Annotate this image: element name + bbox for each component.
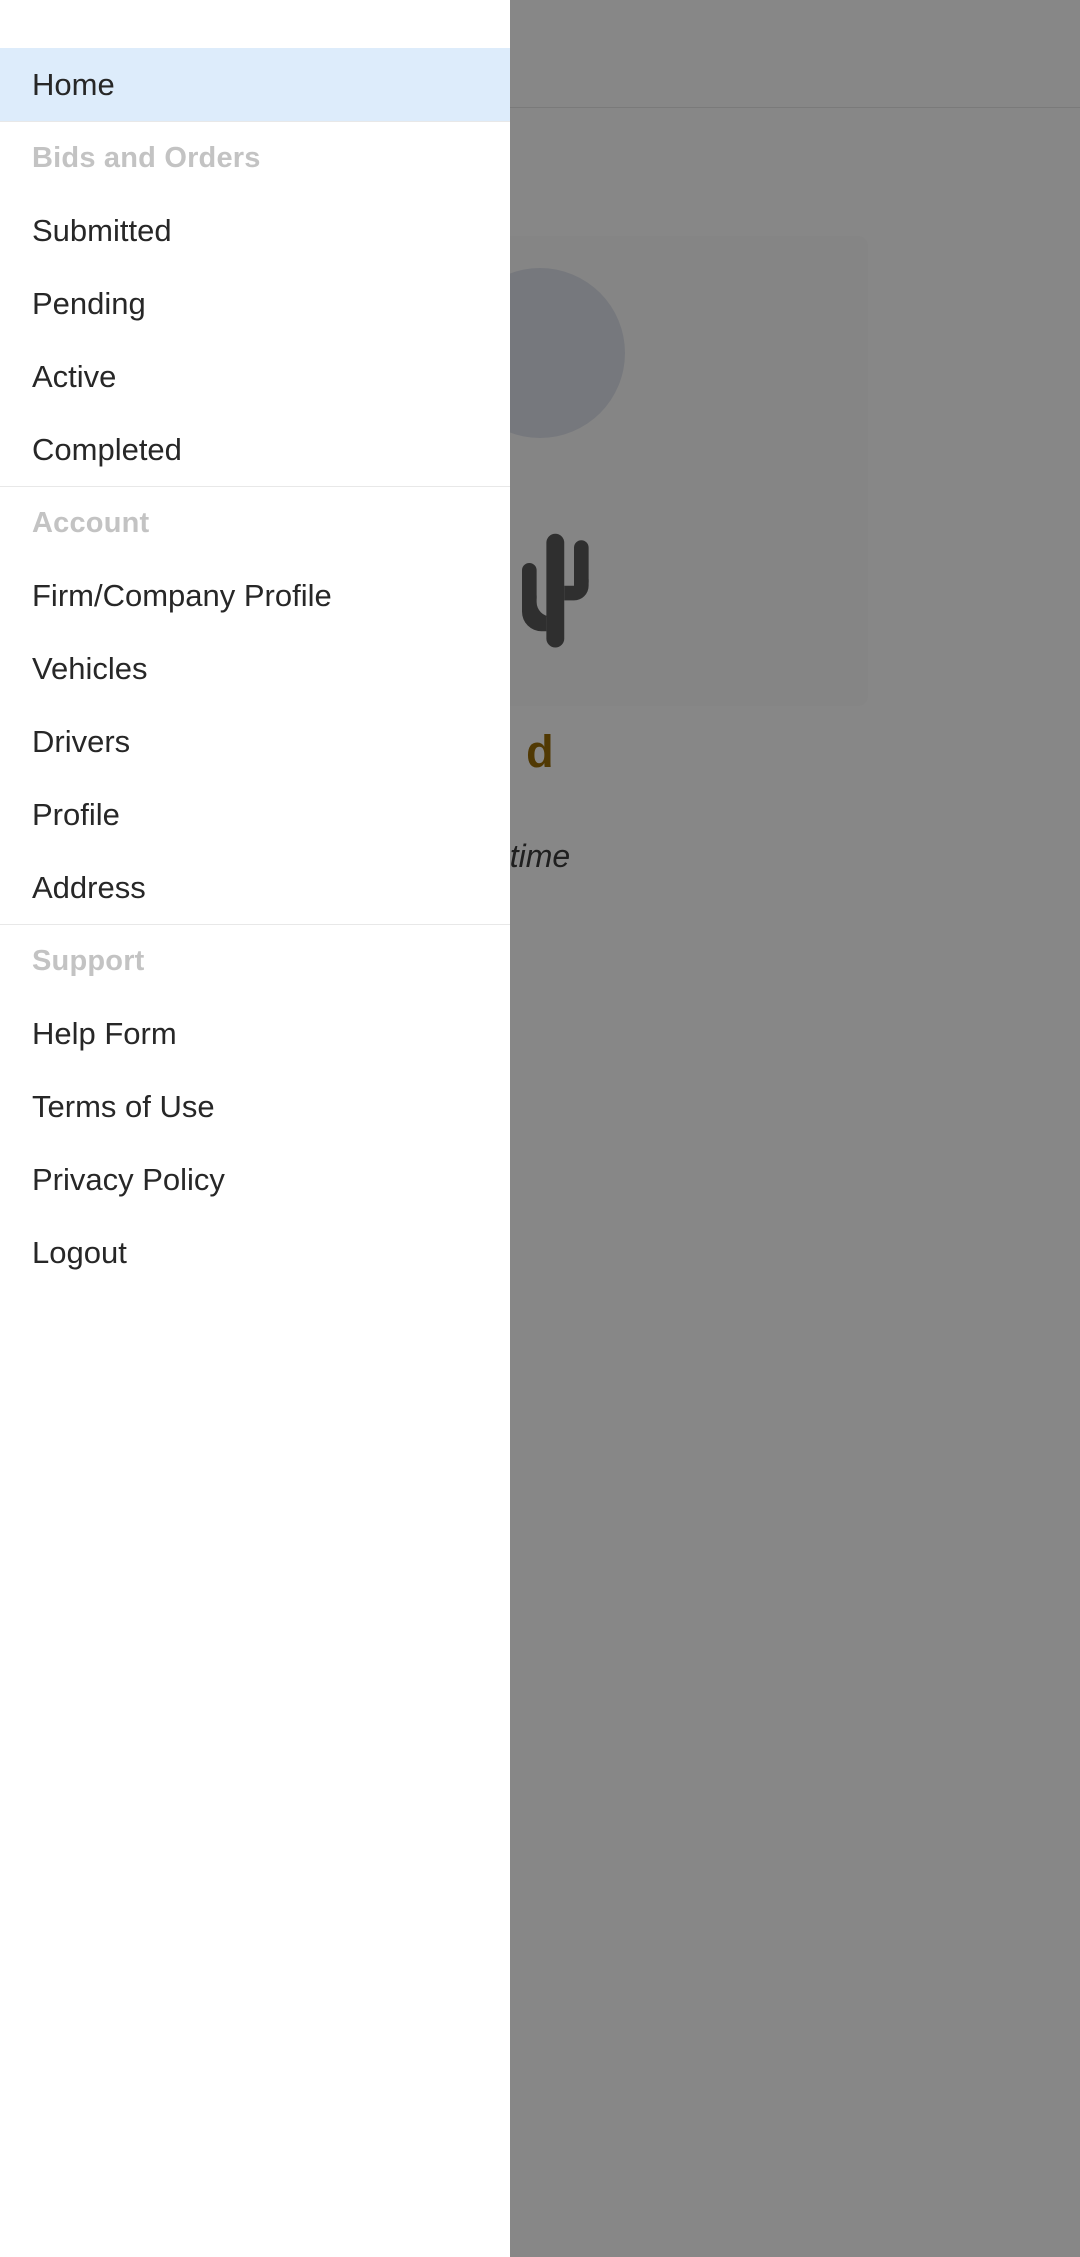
- drawer-item-vehicles[interactable]: Vehicles: [0, 632, 510, 705]
- drawer-item-profile[interactable]: Profile: [0, 778, 510, 851]
- drawer-item-pending[interactable]: Pending: [0, 267, 510, 340]
- drawer-item-help-form[interactable]: Help Form: [0, 997, 510, 1070]
- drawer-section-header-bids-and-orders: Bids and Orders: [32, 141, 261, 174]
- drawer-section-header-account: Account: [32, 506, 150, 539]
- drawer-item-terms-of-use[interactable]: Terms of Use: [0, 1070, 510, 1143]
- drawer-top-spacer: [0, 0, 510, 48]
- drawer-item-completed[interactable]: Completed: [0, 413, 510, 486]
- drawer-section-account: Account Firm/Company Profile Vehicles Drive…: [0, 487, 510, 924]
- drawer-item-firm-company-profile[interactable]: Firm/Company Profile: [0, 559, 510, 632]
- drawer-menu-list: Home Bids and Orders Submitted Pending Activ…: [0, 48, 510, 1289]
- navigation-drawer: Home Bids and Orders Submitted Pending Activ…: [0, 0, 510, 2257]
- drawer-item-submitted[interactable]: Submitted: [0, 194, 510, 267]
- drawer-section-bids-and-orders: Bids and Orders Submitted Pending Active Com…: [0, 122, 510, 486]
- drawer-item-privacy-policy[interactable]: Privacy Policy: [0, 1143, 510, 1216]
- drawer-item-home[interactable]: Home: [0, 48, 510, 121]
- drawer-item-drivers[interactable]: Drivers: [0, 705, 510, 778]
- drawer-item-active[interactable]: Active: [0, 340, 510, 413]
- drawer-section-support: Support Help Form Terms of Use Privacy Poli…: [0, 925, 510, 1289]
- drawer-item-logout[interactable]: Logout: [0, 1216, 510, 1289]
- app-root: d time Home Bids and Orders Submitted Pendi…: [0, 0, 1080, 2257]
- drawer-item-address[interactable]: Address: [0, 851, 510, 924]
- drawer-section-header-support: Support: [32, 944, 145, 977]
